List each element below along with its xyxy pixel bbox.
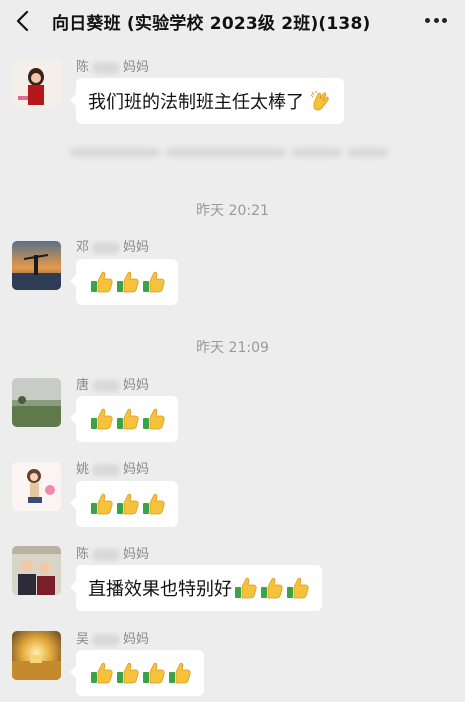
- chat-header: 向日葵班 (实验学校 2023级 2班)(138): [0, 0, 465, 42]
- emoji-row: [90, 407, 166, 431]
- avatar[interactable]: [12, 546, 61, 595]
- thumbs-up-icon: [143, 271, 165, 293]
- avatar[interactable]: [12, 241, 61, 290]
- thumbs-up-icon: [91, 271, 113, 293]
- thumbs-up-icon: [169, 662, 191, 684]
- thumbs-up-icon: [235, 577, 257, 599]
- thumbs-up-icon: [117, 662, 139, 684]
- message-bubble[interactable]: [70, 259, 178, 305]
- thumbs-up-icon: [117, 271, 139, 293]
- thumbs-up-icon: [117, 493, 139, 515]
- emoji-row: [90, 270, 166, 294]
- thumbs-up-icon: [91, 662, 113, 684]
- blurred-system-message: [70, 143, 400, 161]
- thumbs-up-icon: [143, 493, 165, 515]
- avatar[interactable]: [12, 462, 61, 511]
- thumbs-up-icon: [261, 577, 283, 599]
- timestamp: 昨天 20:21: [196, 203, 269, 219]
- emoji-row: [234, 576, 310, 600]
- message-bubble[interactable]: [70, 396, 178, 442]
- timestamp: 昨天 21:09: [196, 340, 269, 356]
- sender-name: 陈妈妈: [76, 60, 150, 75]
- emoji-row: [90, 661, 192, 685]
- message-bubble[interactable]: 直播效果也特别好: [70, 565, 322, 611]
- message-bubble[interactable]: [70, 650, 204, 696]
- emoji-row: [90, 492, 166, 516]
- message-bubble[interactable]: 我们班的法制班主任太棒了: [70, 78, 344, 124]
- more-dots-icon[interactable]: [425, 18, 447, 24]
- thumbs-up-icon: [143, 408, 165, 430]
- chevron-left-icon[interactable]: [14, 10, 34, 32]
- sender-name: 唐妈妈: [76, 378, 150, 393]
- avatar[interactable]: [12, 59, 61, 108]
- message-text: 直播效果也特别好: [88, 579, 232, 600]
- message-bubble[interactable]: [70, 481, 178, 527]
- thumbs-up-icon: [91, 493, 113, 515]
- chat-title: 向日葵班 (实验学校 2023级 2班)(138): [52, 14, 371, 34]
- thumbs-up-icon: [91, 408, 113, 430]
- message-text: 我们班的法制班主任太棒了: [88, 92, 304, 113]
- thumbs-up-icon: [117, 408, 139, 430]
- thumbs-up-icon: [143, 662, 165, 684]
- clap-icon: [310, 91, 329, 111]
- avatar[interactable]: [12, 631, 61, 680]
- sender-name: 姚妈妈: [76, 462, 150, 477]
- sender-name: 吴妈妈: [76, 632, 150, 647]
- avatar[interactable]: [12, 378, 61, 427]
- sender-name: 陈妈妈: [76, 547, 150, 562]
- thumbs-up-icon: [287, 577, 309, 599]
- sender-name: 邓妈妈: [76, 240, 150, 255]
